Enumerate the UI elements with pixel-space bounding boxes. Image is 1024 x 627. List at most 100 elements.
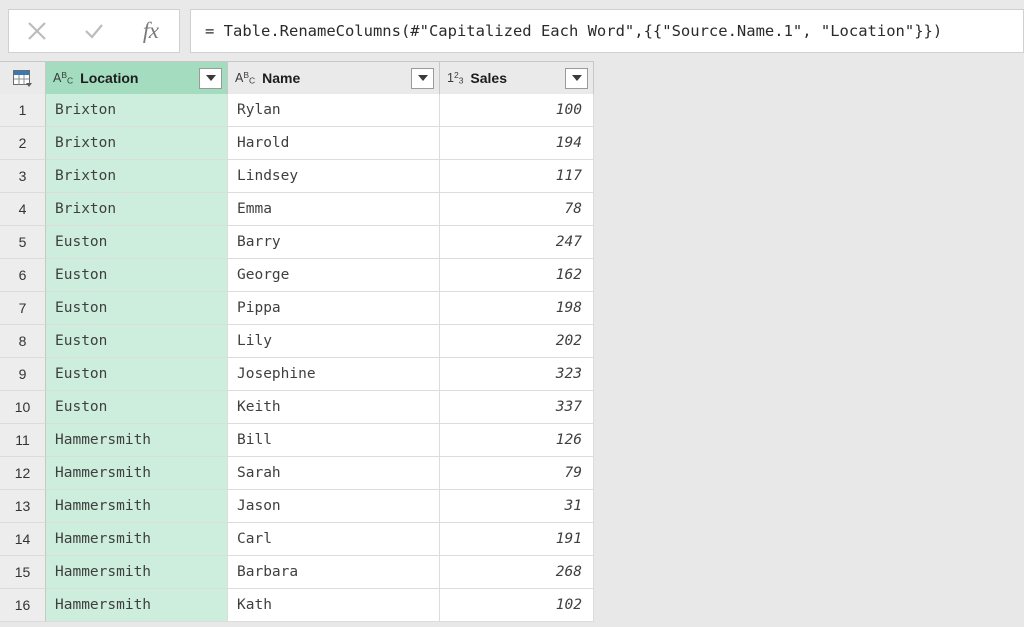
cell-name[interactable]: Barbara [228, 556, 440, 589]
row-number[interactable]: 10 [0, 391, 46, 424]
table-row[interactable]: 11 Hammersmith Bill 126 [0, 424, 594, 457]
table-row[interactable]: 8 Euston Lily 202 [0, 325, 594, 358]
cell-sales[interactable]: 31 [440, 490, 594, 523]
column-header-label: Location [80, 70, 139, 86]
accept-button[interactable] [70, 11, 118, 51]
cell-location[interactable]: Hammersmith [46, 556, 228, 589]
table-row[interactable]: 14 Hammersmith Carl 191 [0, 523, 594, 556]
cell-location[interactable]: Brixton [46, 193, 228, 226]
table-grid-icon [13, 69, 32, 87]
table-row[interactable]: 1 Brixton Rylan 100 [0, 94, 594, 127]
cell-name[interactable]: Rylan [228, 94, 440, 127]
row-number[interactable]: 6 [0, 259, 46, 292]
cell-location[interactable]: Euston [46, 391, 228, 424]
filter-dropdown-name[interactable] [411, 67, 434, 89]
row-number[interactable]: 8 [0, 325, 46, 358]
fx-label: fx [142, 17, 159, 43]
filter-dropdown-sales[interactable] [565, 67, 588, 89]
cell-sales[interactable]: 117 [440, 160, 594, 193]
cell-name[interactable]: Bill [228, 424, 440, 457]
cell-name[interactable]: Pippa [228, 292, 440, 325]
cell-name[interactable]: Jason [228, 490, 440, 523]
column-header-name[interactable]: ABC Name [228, 62, 440, 94]
cell-sales[interactable]: 79 [440, 457, 594, 490]
cell-sales[interactable]: 102 [440, 589, 594, 622]
table-row[interactable]: 2 Brixton Harold 194 [0, 127, 594, 160]
select-all-corner-button[interactable] [0, 62, 46, 94]
row-number[interactable]: 5 [0, 226, 46, 259]
table-row[interactable]: 13 Hammersmith Jason 31 [0, 490, 594, 523]
cell-location[interactable]: Euston [46, 259, 228, 292]
cell-location[interactable]: Euston [46, 325, 228, 358]
cell-sales[interactable]: 323 [440, 358, 594, 391]
cell-sales[interactable]: 126 [440, 424, 594, 457]
cell-sales[interactable]: 198 [440, 292, 594, 325]
chevron-down-icon [571, 75, 582, 81]
cell-location[interactable]: Euston [46, 292, 228, 325]
table-row[interactable]: 4 Brixton Emma 78 [0, 193, 594, 226]
table-row[interactable]: 3 Brixton Lindsey 117 [0, 160, 594, 193]
cell-sales[interactable]: 194 [440, 127, 594, 160]
row-number[interactable]: 4 [0, 193, 46, 226]
cell-location[interactable]: Euston [46, 226, 228, 259]
cell-location[interactable]: Hammersmith [46, 523, 228, 556]
cell-name[interactable]: George [228, 259, 440, 292]
checkmark-icon [85, 23, 103, 39]
table-row[interactable]: 6 Euston George 162 [0, 259, 594, 292]
row-number[interactable]: 16 [0, 589, 46, 622]
column-header-location[interactable]: ABC Location [46, 62, 228, 94]
cell-name[interactable]: Barry [228, 226, 440, 259]
row-number[interactable]: 15 [0, 556, 46, 589]
cell-name[interactable]: Josephine [228, 358, 440, 391]
table-row[interactable]: 15 Hammersmith Barbara 268 [0, 556, 594, 589]
cell-sales[interactable]: 191 [440, 523, 594, 556]
cell-name[interactable]: Sarah [228, 457, 440, 490]
row-number[interactable]: 1 [0, 94, 46, 127]
cell-location[interactable]: Euston [46, 358, 228, 391]
cell-sales[interactable]: 268 [440, 556, 594, 589]
cell-name[interactable]: Emma [228, 193, 440, 226]
cell-location[interactable]: Hammersmith [46, 589, 228, 622]
cell-name[interactable]: Keith [228, 391, 440, 424]
row-number[interactable]: 2 [0, 127, 46, 160]
cell-location[interactable]: Hammersmith [46, 490, 228, 523]
cell-location[interactable]: Brixton [46, 94, 228, 127]
table-row[interactable]: 9 Euston Josephine 323 [0, 358, 594, 391]
cell-location[interactable]: Hammersmith [46, 424, 228, 457]
formula-input[interactable]: = Table.RenameColumns(#"Capitalized Each… [190, 8, 1024, 53]
table-row[interactable]: 5 Euston Barry 247 [0, 226, 594, 259]
row-number[interactable]: 3 [0, 160, 46, 193]
row-number[interactable]: 14 [0, 523, 46, 556]
data-grid: ABC Location ABC Name 123 Sales 1 Brixton… [0, 61, 594, 622]
123-number-type-icon: 123 [447, 70, 464, 86]
abc-text-type-icon: ABC [53, 70, 74, 86]
cell-name[interactable]: Kath [228, 589, 440, 622]
fx-button[interactable]: fx [127, 11, 175, 51]
cell-location[interactable]: Hammersmith [46, 457, 228, 490]
table-row[interactable]: 7 Euston Pippa 198 [0, 292, 594, 325]
cell-name[interactable]: Carl [228, 523, 440, 556]
cell-sales[interactable]: 337 [440, 391, 594, 424]
cell-sales[interactable]: 202 [440, 325, 594, 358]
table-row[interactable]: 12 Hammersmith Sarah 79 [0, 457, 594, 490]
row-number[interactable]: 11 [0, 424, 46, 457]
cell-sales[interactable]: 100 [440, 94, 594, 127]
table-row[interactable]: 16 Hammersmith Kath 102 [0, 589, 594, 622]
cell-location[interactable]: Brixton [46, 160, 228, 193]
cell-name[interactable]: Lily [228, 325, 440, 358]
cell-name[interactable]: Lindsey [228, 160, 440, 193]
row-number[interactable]: 7 [0, 292, 46, 325]
cancel-button[interactable] [13, 11, 61, 51]
row-number[interactable]: 12 [0, 457, 46, 490]
chevron-down-icon [417, 75, 428, 81]
cell-sales[interactable]: 78 [440, 193, 594, 226]
row-number[interactable]: 13 [0, 490, 46, 523]
table-row[interactable]: 10 Euston Keith 337 [0, 391, 594, 424]
cell-location[interactable]: Brixton [46, 127, 228, 160]
row-number[interactable]: 9 [0, 358, 46, 391]
cell-sales[interactable]: 247 [440, 226, 594, 259]
cell-name[interactable]: Harold [228, 127, 440, 160]
cell-sales[interactable]: 162 [440, 259, 594, 292]
column-header-sales[interactable]: 123 Sales [440, 62, 594, 94]
filter-dropdown-location[interactable] [199, 67, 222, 89]
